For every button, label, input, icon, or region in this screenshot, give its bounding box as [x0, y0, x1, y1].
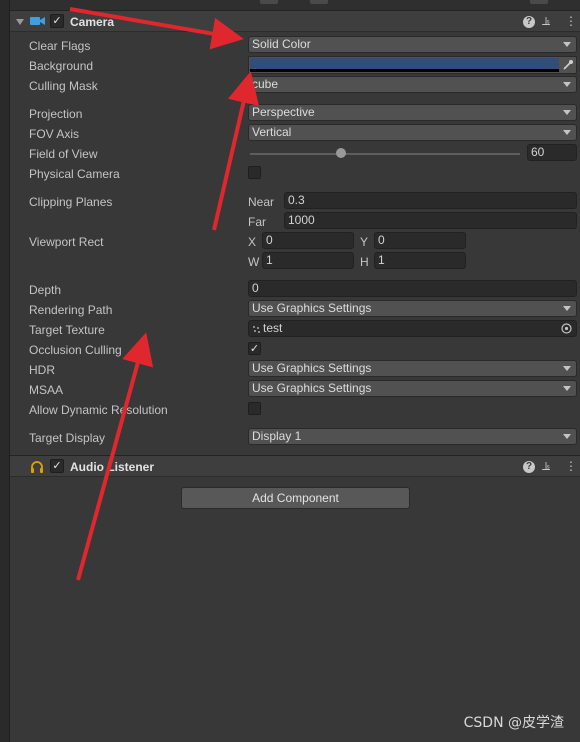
audio-listener-enabled-checkbox[interactable]: ✓: [50, 459, 64, 473]
culling-mask-value: cube: [252, 77, 279, 91]
preset-icon[interactable]: ⫡: [542, 460, 550, 473]
help-icon[interactable]: ?: [523, 16, 535, 28]
projection-dropdown[interactable]: Perspective: [248, 104, 577, 121]
physical-camera-checkbox[interactable]: [248, 166, 261, 179]
depth-label: Depth: [29, 283, 62, 297]
previous-component-strip: [10, 0, 580, 10]
chevron-down-icon: [563, 306, 571, 311]
hdr-dropdown[interactable]: Use Graphics Settings: [248, 360, 577, 377]
near-label: Near: [248, 195, 275, 209]
viewport-rect-label: Viewport Rect: [29, 235, 104, 249]
target-display-label: Target Display: [29, 431, 106, 445]
annotation-arrow-2: [212, 71, 260, 231]
object-picker-icon[interactable]: [561, 323, 572, 338]
chevron-down-icon: [563, 366, 571, 371]
background-color-field[interactable]: [248, 56, 577, 74]
field-of-view-slider-thumb[interactable]: [336, 148, 346, 158]
clear-flags-label: Clear Flags: [29, 39, 91, 53]
add-component-button[interactable]: Add Component: [181, 487, 410, 509]
preset-icon[interactable]: ⫡: [542, 15, 550, 28]
foldout-triangle-icon[interactable]: [16, 19, 24, 25]
clear-flags-dropdown[interactable]: Solid Color: [248, 36, 577, 53]
field-of-view-slider-track[interactable]: [250, 153, 520, 155]
viewport-w-input[interactable]: 1: [262, 252, 354, 269]
eyedropper-icon[interactable]: [562, 59, 574, 74]
chevron-down-icon: [563, 130, 571, 135]
field-of-view-input[interactable]: 60: [527, 144, 577, 161]
projection-value: Perspective: [252, 105, 315, 119]
target-texture-label: Target Texture: [29, 323, 105, 337]
hdr-value: Use Graphics Settings: [252, 361, 372, 375]
viewport-h-input[interactable]: 1: [374, 252, 466, 269]
hdr-label: HDR: [29, 363, 55, 377]
allow-dynamic-resolution-checkbox[interactable]: [248, 402, 261, 415]
camera-component-header[interactable]: ✓ Camera ? ⫡ ⋮: [10, 10, 580, 32]
msaa-label: MSAA: [29, 383, 64, 397]
viewport-w-label: W: [248, 255, 260, 269]
near-clip-input[interactable]: 0.3: [284, 192, 577, 209]
msaa-value: Use Graphics Settings: [252, 381, 372, 395]
field-of-view-label: Field of View: [29, 147, 98, 161]
physical-camera-label: Physical Camera: [29, 167, 120, 181]
viewport-x-input[interactable]: 0: [262, 232, 354, 249]
rendering-path-label: Rendering Path: [29, 303, 113, 317]
strip-tab: [530, 0, 548, 4]
rendering-path-dropdown[interactable]: Use Graphics Settings: [248, 300, 577, 317]
clipping-planes-label: Clipping Planes: [29, 195, 113, 209]
background-label: Background: [29, 59, 94, 73]
target-display-dropdown[interactable]: Display 1: [248, 428, 577, 445]
strip-tab: [310, 0, 328, 4]
target-texture-field[interactable]: test: [248, 320, 577, 337]
viewport-y-input[interactable]: 0: [374, 232, 466, 249]
allow-dynamic-resolution-label: Allow Dynamic Resolution: [29, 403, 168, 417]
fov-axis-dropdown[interactable]: Vertical: [248, 124, 577, 141]
rendering-path-value: Use Graphics Settings: [252, 301, 372, 315]
render-texture-icon: [252, 324, 262, 339]
fov-axis-value: Vertical: [252, 125, 292, 139]
chevron-down-icon: [563, 42, 571, 47]
audio-listener-component-header[interactable]: ✓ Audio Listener ? ⫡ ⋮: [10, 455, 580, 477]
chevron-down-icon: [563, 110, 571, 115]
clear-flags-value: Solid Color: [252, 37, 311, 51]
depth-input[interactable]: 0: [248, 280, 577, 297]
msaa-dropdown[interactable]: Use Graphics Settings: [248, 380, 577, 397]
camera-icon: [30, 15, 46, 30]
strip-tab: [260, 0, 278, 4]
far-label: Far: [248, 215, 266, 229]
camera-title: Camera: [70, 15, 115, 29]
chevron-down-icon: [563, 82, 571, 87]
chevron-down-icon: [563, 434, 571, 439]
fov-axis-label: FOV Axis: [29, 127, 80, 141]
audio-listener-title: Audio Listener: [70, 460, 155, 474]
help-icon[interactable]: ?: [523, 461, 535, 473]
camera-enabled-checkbox[interactable]: ✓: [50, 14, 64, 28]
background-color-swatch: [250, 58, 559, 69]
viewport-h-label: H: [360, 255, 369, 269]
left-gutter: [0, 0, 10, 742]
kebab-menu-icon[interactable]: ⋮: [565, 15, 577, 28]
viewport-y-label: Y: [360, 235, 369, 249]
target-texture-value: test: [263, 321, 283, 335]
viewport-x-label: X: [248, 235, 257, 249]
occlusion-culling-label: Occlusion Culling: [29, 343, 122, 357]
headphones-icon: [30, 460, 44, 476]
far-clip-input[interactable]: 1000: [284, 212, 577, 229]
background-alpha-bar: [250, 69, 559, 72]
kebab-menu-icon[interactable]: ⋮: [565, 460, 577, 473]
chevron-down-icon: [563, 386, 571, 391]
target-display-value: Display 1: [252, 429, 302, 443]
watermark: CSDN @皮学渣: [463, 715, 564, 731]
projection-label: Projection: [29, 107, 83, 121]
culling-mask-dropdown[interactable]: cube: [248, 76, 577, 93]
culling-mask-label: Culling Mask: [29, 79, 98, 93]
occlusion-culling-checkbox[interactable]: ✓: [248, 342, 261, 355]
